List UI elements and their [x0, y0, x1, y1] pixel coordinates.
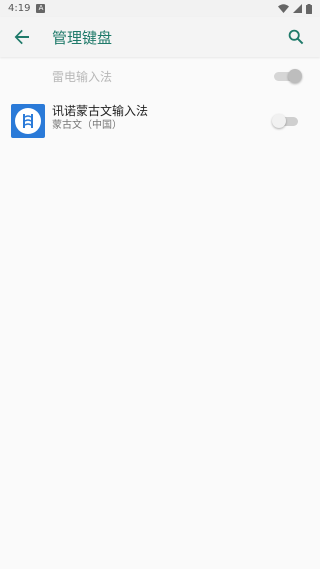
- back-button[interactable]: [2, 17, 42, 57]
- status-bar: 4:19 A: [0, 0, 320, 17]
- toggle-thumb: [288, 69, 302, 83]
- keyboard-row-xunnuo[interactable]: 讯诺蒙古文输入法 蒙古文（中国）: [0, 95, 320, 147]
- keyboard-name: 讯诺蒙古文输入法: [52, 104, 149, 118]
- toggle-thumb: [272, 114, 286, 128]
- notification-icon: A: [36, 4, 46, 13]
- battery-icon: [306, 3, 312, 14]
- keyboard-row-leidian: 雷电输入法: [0, 57, 320, 95]
- status-time: 4:19: [8, 3, 31, 14]
- signal-icon: [293, 4, 302, 13]
- wifi-icon: [278, 4, 289, 13]
- search-button[interactable]: [276, 17, 316, 57]
- app-toolbar: 管理键盘: [0, 17, 320, 57]
- mongolian-script-logo-icon: [23, 114, 33, 128]
- page-title: 管理键盘: [52, 28, 113, 47]
- arrow-back-icon: [14, 29, 29, 45]
- keyboard-label: 雷电输入法: [52, 69, 113, 84]
- keyboard-language: 蒙古文（中国）: [52, 120, 122, 131]
- search-icon: [288, 29, 304, 45]
- mongolian-ime-app-icon: [11, 104, 45, 138]
- keyboard-toggle-leidian[interactable]: [274, 69, 302, 83]
- keyboard-toggle-xunnuo[interactable]: [272, 114, 300, 128]
